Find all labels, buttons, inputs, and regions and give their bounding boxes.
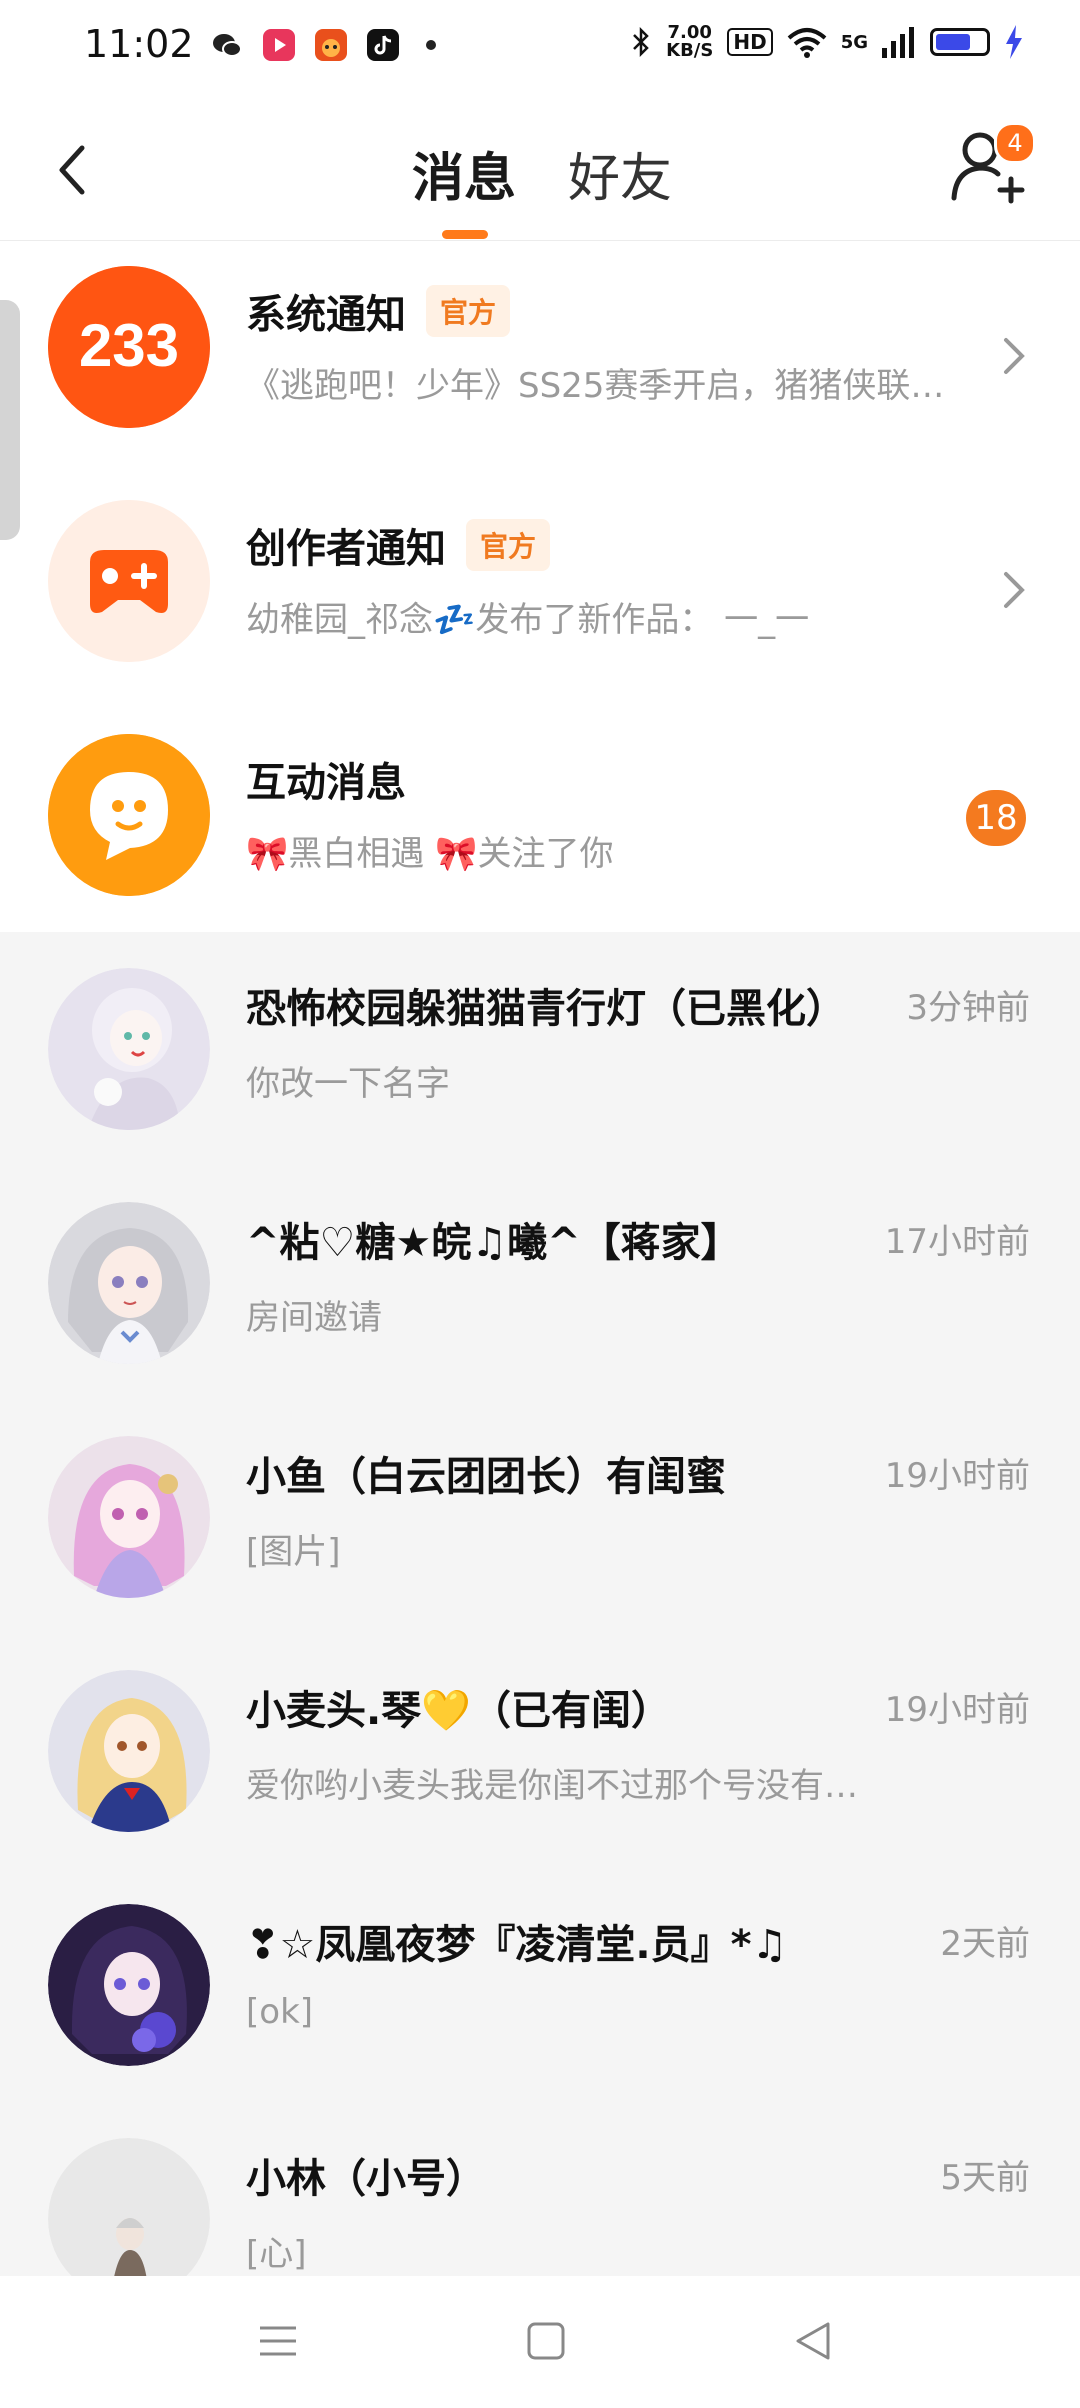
chat-item[interactable]: 小鱼（白云团团长）有闺蜜 [图片] 19小时前 — [0, 1400, 1080, 1634]
avatar — [48, 1202, 210, 1364]
interaction-messages-preview: 🎀黑白相遇 🎀关注了你 — [246, 834, 614, 874]
chat-last-message: [心] — [246, 2234, 307, 2274]
status-indicators: 7.00 KB/S HD 5G — [630, 24, 1024, 60]
chat-title-line: ^粘♡糖★皖♫曦^【蒋家】 — [246, 1210, 741, 1268]
chat-name: ^粘♡糖★皖♫曦^【蒋家】 — [246, 1220, 741, 1266]
chat-bubble-icon — [48, 734, 210, 896]
unread-count-badge: 18 — [966, 790, 1026, 846]
side-drawer-handle[interactable] — [0, 300, 20, 540]
avatar — [48, 1904, 210, 2066]
chat-time: 3分钟前 — [906, 988, 1030, 1028]
signal-icon — [882, 27, 914, 58]
tab-bar: 消息 好友 — [0, 100, 1080, 240]
chat-item[interactable]: 恐怖校园躲猫猫青行灯（已黑化） 你改一下名字 3分钟前 — [0, 932, 1080, 1166]
status-bar: 11:02 7.00 KB/S HD 5G — [0, 0, 1080, 100]
233-logo-icon: 233 — [48, 266, 210, 428]
system-navigation-bar — [0, 2276, 1080, 2408]
logo-text: 233 — [79, 312, 179, 379]
chat-time: 5天前 — [940, 2158, 1030, 2198]
chat-name: 小鱼（白云团团长）有闺蜜 — [246, 1454, 726, 1500]
avatar — [48, 968, 210, 1130]
battery-level — [936, 34, 970, 50]
chevron-right-icon — [1004, 572, 1025, 608]
chat-item[interactable]: ❣☆凤凰夜梦『凌清堂.员』*♫ [ok] 2天前 — [0, 1868, 1080, 2102]
speed-unit: KB/S — [666, 40, 714, 61]
chat-name: ❣☆凤凰夜梦『凌清堂.员』*♫ — [246, 1922, 788, 1968]
hd-badge: HD — [727, 28, 773, 56]
video-app-icon — [263, 29, 295, 61]
creator-notification-avatar — [48, 500, 210, 662]
more-notifications-dot — [426, 40, 436, 50]
battery-icon — [930, 28, 990, 56]
anime-avatar-image — [48, 1904, 210, 2066]
anime-avatar-image — [48, 1202, 210, 1364]
wifi-icon — [787, 28, 827, 58]
bluetooth-icon — [633, 26, 649, 58]
network-speed: 7.00 KB/S — [666, 24, 713, 60]
chevron-right-icon — [1004, 338, 1025, 374]
chat-time: 19小时前 — [884, 1690, 1030, 1730]
interaction-messages-title-line: 互动消息 — [246, 750, 406, 808]
chat-item[interactable]: 小麦头.琴💛（已有闺） 爱你哟小麦头我是你闺不过那个号没有… 19小时前 — [0, 1634, 1080, 1868]
tiktok-icon — [367, 29, 399, 61]
chat-last-message: [图片] — [246, 1532, 341, 1572]
chat-name: 恐怖校园躲猫猫青行灯（已黑化） — [246, 986, 846, 1032]
anime-avatar-image — [48, 968, 210, 1130]
system-notification-preview: 《逃跑吧！少年》SS25赛季开启，猪猪侠联… — [246, 366, 945, 406]
tab-friends[interactable]: 好友 — [568, 136, 672, 211]
top-nav: 消息 好友 4 — [0, 100, 1080, 241]
menu-icon[interactable] — [248, 2316, 308, 2366]
network-type: 5G — [840, 31, 868, 53]
chat-time: 19小时前 — [884, 1456, 1030, 1496]
chat-name: 小林（小号） — [246, 2156, 486, 2202]
interaction-messages-avatar — [48, 734, 210, 896]
chat-time: 2天前 — [940, 1924, 1030, 1964]
chat-last-message: 你改一下名字 — [246, 1064, 450, 1104]
chat-title-line: 小麦头.琴💛（已有闺） — [246, 1678, 671, 1736]
creator-notification-title-line: 创作者通知 官方 — [246, 516, 551, 574]
official-tag: 官方 — [426, 285, 511, 337]
chat-last-message: [ok] — [246, 1992, 314, 2032]
system-notification-row[interactable]: 233 系统通知 官方 《逃跑吧！少年》SS25赛季开启，猪猪侠联… — [0, 240, 1080, 474]
chat-title-line: 恐怖校园躲猫猫青行灯（已黑化） — [246, 976, 846, 1034]
chat-title-line: ❣☆凤凰夜梦『凌清堂.员』*♫ — [246, 1912, 787, 1970]
chat-title-line: 小林（小号） — [246, 2146, 486, 2204]
anime-avatar-image — [48, 1436, 210, 1598]
chat-item[interactable]: ^粘♡糖★皖♫曦^【蒋家】 房间邀请 17小时前 — [0, 1166, 1080, 1400]
creator-notification-preview: 幼稚园_祁念💤发布了新作品： 一_一 — [246, 600, 810, 640]
creator-notification-title: 创作者通知 — [246, 526, 446, 572]
chat-title-line: 小鱼（白云团团长）有闺蜜 — [246, 1444, 726, 1502]
creator-notification-row[interactable]: 创作者通知 官方 幼稚园_祁念💤发布了新作品： 一_一 — [0, 474, 1080, 708]
gamepad-plus-icon — [48, 500, 210, 662]
charging-icon — [1006, 25, 1022, 59]
friend-request-badge: 4 — [994, 122, 1036, 164]
status-time: 11:02 — [84, 22, 194, 66]
notification-icons — [210, 28, 436, 62]
official-tag: 官方 — [466, 519, 551, 571]
system-notification-title-line: 系统通知 官方 — [246, 282, 511, 340]
avatar — [48, 1436, 210, 1598]
chat-time: 17小时前 — [884, 1222, 1030, 1262]
wechat-icon — [213, 34, 242, 57]
avatar — [48, 1670, 210, 1832]
interaction-messages-row[interactable]: 互动消息 🎀黑白相遇 🎀关注了你 18 — [0, 708, 1080, 942]
home-icon[interactable] — [516, 2316, 576, 2366]
system-notification-avatar: 233 — [48, 266, 210, 428]
active-tab-indicator — [442, 230, 488, 239]
system-notification-title: 系统通知 — [246, 292, 406, 338]
interaction-messages-title: 互动消息 — [246, 760, 406, 806]
chat-list: 恐怖校园躲猫猫青行灯（已黑化） 你改一下名字 3分钟前 ^粘♡糖★皖♫曦^【蒋家… — [0, 932, 1080, 2300]
chat-last-message: 爱你哟小麦头我是你闺不过那个号没有… — [246, 1766, 858, 1806]
anime-avatar-image — [48, 1670, 210, 1832]
tab-messages[interactable]: 消息 — [412, 136, 516, 211]
game-app-icon — [315, 29, 347, 61]
chat-last-message: 房间邀请 — [246, 1298, 382, 1338]
back-icon[interactable] — [784, 2316, 844, 2366]
chat-name: 小麦头.琴💛（已有闺） — [246, 1688, 671, 1734]
